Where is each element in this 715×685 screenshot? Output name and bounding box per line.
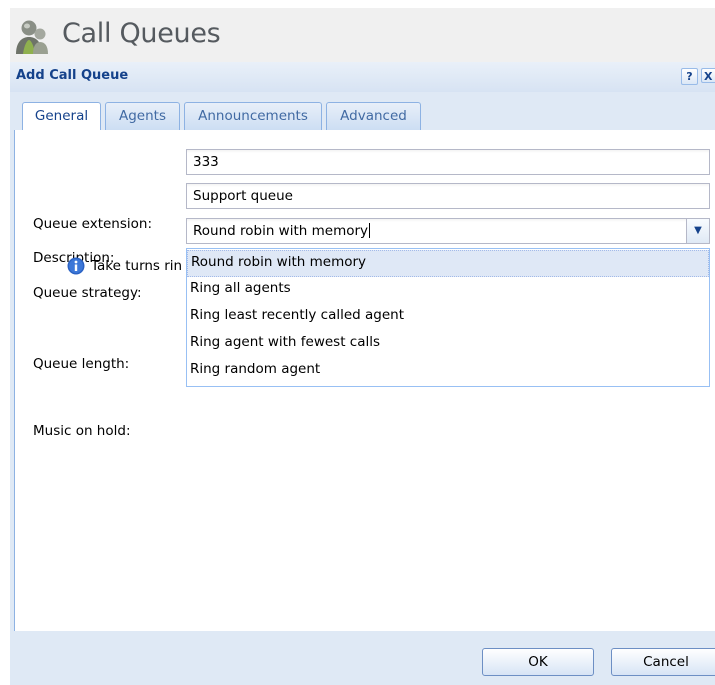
queue-extension-value: 333 — [193, 154, 219, 170]
tab-general[interactable]: General — [22, 102, 101, 131]
chevron-down-icon[interactable]: ▼ — [686, 218, 710, 244]
queue-strategy-dropdown: Round robin with memory Ring all agents … — [186, 248, 710, 387]
help-icon[interactable]: ? — [681, 68, 698, 85]
page-title: Call Queues — [62, 18, 221, 49]
description-field[interactable]: Support queue — [186, 183, 710, 209]
description-value: Support queue — [193, 188, 293, 204]
queue-strategy-value: Round robin with memory — [193, 223, 369, 239]
strategy-hint: Take turns rin — [91, 258, 183, 274]
dialog-title: Add Call Queue — [16, 68, 129, 83]
close-icon[interactable]: X — [701, 68, 715, 83]
option-ring-least-recently-called[interactable]: Ring least recently called agent — [187, 304, 709, 331]
option-round-robin-with-memory[interactable]: Round robin with memory — [187, 250, 709, 277]
option-ring-random-agent[interactable]: Ring random agent — [187, 358, 709, 385]
text-caret — [369, 223, 371, 238]
music-on-hold-label: Music on hold: — [33, 423, 131, 439]
queue-extension-field[interactable]: 333 — [186, 149, 710, 175]
tab-advanced[interactable]: Advanced — [326, 102, 421, 130]
user-group-icon — [16, 20, 48, 54]
app-header: Call Queues — [10, 8, 715, 62]
tab-agents[interactable]: Agents — [105, 102, 180, 130]
queue-length-label: Queue length: — [33, 356, 130, 372]
dialog-titlebar: Add Call Queue ? X — [10, 62, 715, 92]
queue-strategy-combo[interactable]: Round robin with memory — [186, 218, 710, 244]
tab-announcements[interactable]: Announcements — [184, 102, 322, 130]
option-ring-fewest-calls[interactable]: Ring agent with fewest calls — [187, 331, 709, 358]
tab-strip: General Agents Announcements Advanced — [14, 96, 715, 131]
info-icon — [67, 257, 85, 275]
option-ring-all-agents[interactable]: Ring all agents — [187, 277, 709, 304]
ok-button[interactable]: OK — [482, 648, 594, 676]
queue-extension-label: Queue extension: — [33, 216, 153, 232]
queue-strategy-label: Queue strategy: — [33, 285, 142, 301]
dialog-footer — [10, 631, 715, 685]
cancel-button[interactable]: Cancel — [611, 648, 715, 676]
